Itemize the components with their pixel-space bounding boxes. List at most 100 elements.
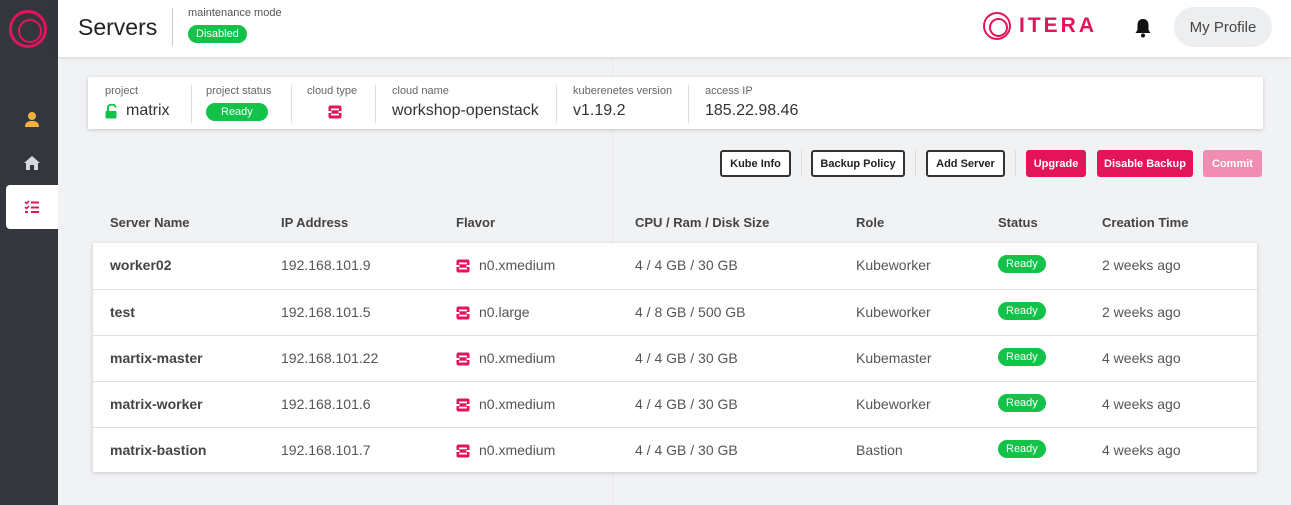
column-header-flavor: Flavor: [456, 215, 496, 230]
project-label: project: [105, 85, 139, 97]
home-icon: [24, 156, 40, 170]
role: Kubeworker: [856, 257, 931, 273]
top-header: Servers maintenance mode Disabled ITERA …: [58, 0, 1291, 57]
access-ip-label: access IP: [705, 85, 753, 97]
disable-backup-button[interactable]: Disable Backup: [1097, 150, 1193, 177]
upgrade-button[interactable]: Upgrade: [1026, 150, 1086, 177]
divider: [801, 150, 802, 177]
user-icon: [25, 111, 39, 127]
itera-logo-icon: [983, 12, 1011, 40]
divider: [556, 85, 557, 123]
openstack-icon: [328, 105, 342, 119]
ip-address: 192.168.101.5: [281, 304, 371, 320]
role: Bastion: [856, 442, 903, 458]
project-status-badge: Ready: [206, 103, 268, 121]
divider: [375, 85, 376, 123]
project-value: matrix: [126, 102, 170, 119]
size: 4 / 4 GB / 30 GB: [635, 257, 738, 273]
creation-time: 2 weeks ago: [1102, 257, 1181, 273]
table-row[interactable]: worker02 192.168.101.9 n0.xmedium 4 / 4 …: [93, 243, 1257, 289]
my-profile-button[interactable]: My Profile: [1174, 7, 1272, 47]
divider: [915, 150, 916, 177]
project-info-card: project matrix project status Ready clou…: [88, 77, 1263, 129]
notifications-button[interactable]: [1134, 18, 1152, 43]
role: Kubemaster: [856, 350, 932, 366]
flavor: n0.xmedium: [479, 442, 556, 458]
divider: [291, 85, 292, 123]
status-badge: Ready: [998, 302, 1046, 320]
openstack-icon: [456, 352, 470, 366]
ip-address: 192.168.101.7: [281, 442, 371, 458]
commit-button[interactable]: Commit: [1203, 150, 1262, 177]
column-header-role: Role: [856, 215, 885, 230]
status-badge: Ready: [998, 440, 1046, 458]
divider: [1015, 150, 1016, 177]
table-row[interactable]: test 192.168.101.5 n0.large 4 / 8 GB / 5…: [93, 289, 1257, 335]
table-row[interactable]: martix-master 192.168.101.22 n0.xmedium …: [93, 335, 1257, 381]
column-header-creation-time: Creation Time: [1102, 215, 1189, 230]
add-server-button[interactable]: Add Server: [926, 150, 1005, 177]
openstack-icon: [456, 398, 470, 412]
size: 4 / 4 GB / 30 GB: [635, 442, 738, 458]
column-header-server-name: Server Name: [110, 215, 190, 230]
cloud-type-label: cloud type: [307, 85, 358, 97]
sidebar-item-home[interactable]: [6, 141, 58, 185]
role: Kubeworker: [856, 396, 931, 412]
maintenance-mode-label: maintenance mode: [188, 7, 282, 19]
flavor: n0.xmedium: [479, 396, 556, 412]
page-title: Servers: [78, 14, 158, 40]
sidebar-item-profile[interactable]: [6, 97, 58, 141]
ip-address: 192.168.101.9: [281, 257, 371, 273]
server-name[interactable]: worker02: [110, 257, 171, 273]
column-header-size: CPU / Ram / Disk Size: [635, 215, 770, 230]
server-name[interactable]: matrix-worker: [110, 396, 203, 412]
backup-policy-button[interactable]: Backup Policy: [811, 150, 905, 177]
project-status-label: project status: [206, 85, 272, 97]
brand-name: ITERA: [1019, 14, 1097, 37]
kubernetes-version-value: v1.19.2: [573, 102, 626, 119]
divider: [688, 85, 689, 123]
list-check-icon: [24, 200, 39, 213]
flavor: n0.xmedium: [479, 257, 556, 273]
header-divider: [172, 8, 173, 46]
servers-table: worker02 192.168.101.9 n0.xmedium 4 / 4 …: [93, 243, 1257, 472]
maintenance-status-badge: Disabled: [188, 25, 247, 43]
app-logo-icon[interactable]: [9, 10, 47, 48]
server-name[interactable]: test: [110, 304, 135, 320]
server-name[interactable]: matrix-bastion: [110, 442, 206, 458]
ip-address: 192.168.101.6: [281, 396, 371, 412]
role: Kubeworker: [856, 304, 931, 320]
brand-logo: ITERA: [983, 12, 1097, 40]
table-row[interactable]: matrix-bastion 192.168.101.7 n0.xmedium …: [93, 427, 1257, 473]
openstack-icon: [456, 444, 470, 458]
access-ip-value: 185.22.98.46: [705, 102, 799, 119]
sidebar-item-servers[interactable]: [6, 185, 58, 229]
openstack-icon: [456, 306, 470, 320]
column-header-ip-address: IP Address: [281, 215, 349, 230]
creation-time: 4 weeks ago: [1102, 442, 1181, 458]
size: 4 / 8 GB / 500 GB: [635, 304, 746, 320]
status-badge: Ready: [998, 348, 1046, 366]
kubernetes-version-label: kuberenetes version: [573, 85, 673, 97]
cloud-name-label: cloud name: [392, 85, 449, 97]
ip-address: 192.168.101.22: [281, 350, 379, 366]
sidebar: [0, 0, 58, 505]
creation-time: 4 weeks ago: [1102, 396, 1181, 412]
openstack-icon: [456, 259, 470, 273]
kube-info-button[interactable]: Kube Info: [720, 150, 791, 177]
creation-time: 4 weeks ago: [1102, 350, 1181, 366]
status-badge: Ready: [998, 394, 1046, 412]
size: 4 / 4 GB / 30 GB: [635, 350, 738, 366]
flavor: n0.xmedium: [479, 350, 556, 366]
divider: [191, 85, 192, 123]
column-header-status: Status: [998, 215, 1038, 230]
flavor: n0.large: [479, 304, 530, 320]
unlock-icon: [105, 104, 117, 119]
creation-time: 2 weeks ago: [1102, 304, 1181, 320]
bell-icon: [1135, 19, 1151, 38]
cloud-name-value: workshop-openstack: [392, 102, 539, 119]
size: 4 / 4 GB / 30 GB: [635, 396, 738, 412]
status-badge: Ready: [998, 255, 1046, 273]
table-row[interactable]: matrix-worker 192.168.101.6 n0.xmedium 4…: [93, 381, 1257, 427]
server-name[interactable]: martix-master: [110, 350, 203, 366]
